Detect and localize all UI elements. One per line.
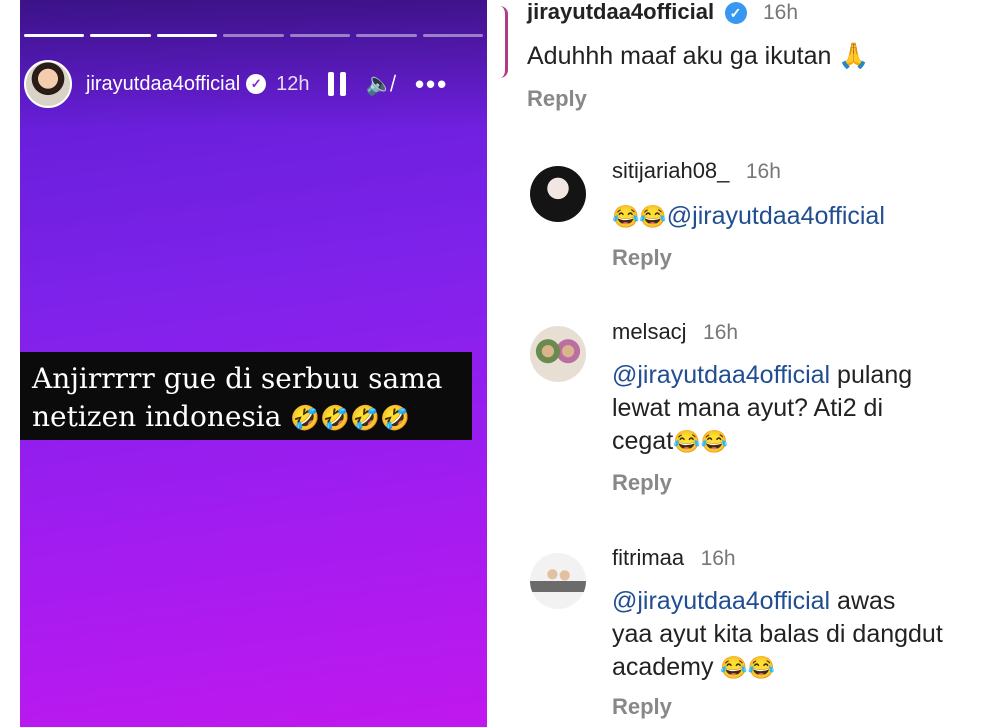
story-username[interactable]: jirayutdaa4official: [86, 73, 240, 96]
story-caption-emoji: 🤣🤣🤣🤣: [290, 404, 410, 432]
comment-author[interactable]: jirayutdaa4official: [527, 0, 714, 24]
story-caption-line2: netizen indonesia: [32, 400, 282, 433]
comment-sitijariah: sitijariah08_ 16h 😂😂@jirayutdaa4official…: [612, 158, 992, 271]
comment-author[interactable]: sitijariah08_: [612, 158, 729, 183]
mention-link[interactable]: @jirayutdaa4official: [612, 361, 830, 389]
story-header: jirayutdaa4official ✓ 12h 🔈̸ •••: [24, 60, 483, 108]
comment-time: 16h: [700, 547, 736, 570]
comment-emoji: 😂😂: [612, 204, 667, 229]
reply-button[interactable]: Reply: [527, 86, 987, 112]
comment-text: pulang: [837, 361, 913, 389]
mute-icon[interactable]: 🔈̸: [366, 71, 393, 97]
progress-segment: [90, 34, 151, 37]
story-caption-line1: Anjirrrrr gue di serbuu sama: [32, 362, 443, 395]
avatar[interactable]: [530, 326, 586, 382]
comment-owner: jirayutdaa4official ✓ 16h Aduhhh maaf ak…: [527, 0, 987, 112]
reply-button[interactable]: Reply: [612, 694, 992, 720]
avatar[interactable]: [530, 553, 586, 609]
reply-button[interactable]: Reply: [612, 245, 992, 271]
comment-author[interactable]: melsacj: [612, 319, 687, 344]
pause-icon[interactable]: [327, 72, 346, 96]
verified-icon: ✓: [246, 74, 267, 94]
progress-segment: [24, 34, 85, 37]
comment-emoji: 😂😂: [673, 429, 728, 454]
story-caption: Anjirrrrr gue di serbuu sama netizen ind…: [20, 352, 472, 440]
progress-segment: [156, 34, 218, 37]
comment-text: lewat mana ayut? Ati2 di: [612, 394, 883, 422]
comment-text: academy: [612, 653, 714, 681]
reply-button[interactable]: Reply: [612, 470, 992, 496]
avatar[interactable]: [530, 166, 586, 222]
story-caption-line2-wrap: netizen indonesia 🤣🤣🤣🤣: [32, 398, 460, 437]
mention-link[interactable]: @jirayutdaa4official: [612, 587, 830, 615]
comment-text: Aduhhh maaf aku ga ikutan 🙏: [527, 42, 870, 70]
comment-time: 16h: [703, 321, 739, 344]
more-icon[interactable]: •••: [415, 69, 448, 100]
progress-segment: [223, 34, 284, 37]
comment-text: cegat: [612, 427, 674, 455]
mention-link[interactable]: @jirayutdaa4official: [667, 202, 885, 230]
comment-author[interactable]: fitrimaa: [612, 545, 684, 570]
story-ring-edge: [500, 6, 508, 78]
progress-segment: [356, 34, 417, 37]
story-progress-bar: [24, 34, 483, 37]
progress-segment: [289, 34, 351, 37]
verified-icon: ✓: [724, 2, 747, 24]
comment-text: yaa ayut kita balas di dangdut: [612, 620, 943, 648]
comment-melsacj: melsacj 16h @jirayutdaa4official pulang …: [612, 319, 992, 496]
story-panel[interactable]: jirayutdaa4official ✓ 12h 🔈̸ ••• Anjirrr…: [20, 0, 487, 727]
comment-fitrimaa: fitrimaa 16h @jirayutdaa4official awas y…: [612, 545, 992, 720]
comment-text: awas: [837, 587, 896, 615]
comment-emoji: 😂😂: [720, 655, 776, 680]
progress-segment: [422, 34, 483, 37]
comment-time: 16h: [745, 160, 781, 183]
comment-time: 16h: [762, 1, 799, 24]
story-timestamp: 12h: [276, 72, 310, 95]
story-avatar[interactable]: [24, 60, 72, 108]
